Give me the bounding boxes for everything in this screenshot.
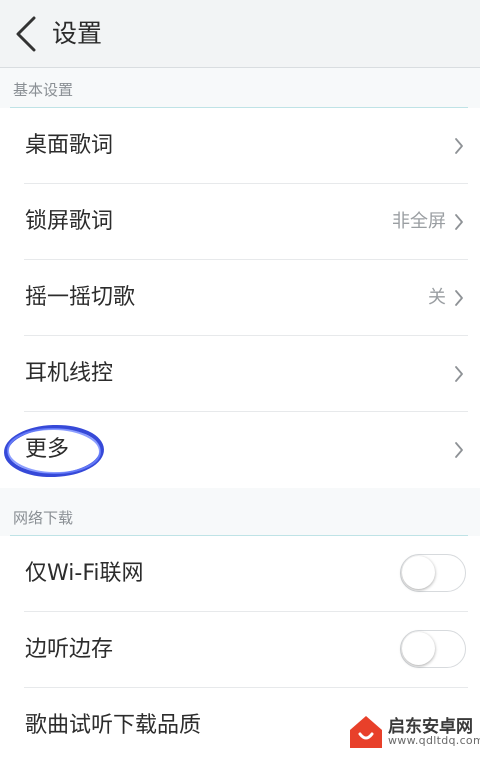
cache-while-playing-toggle[interactable] — [400, 630, 466, 668]
setting-desktop-lyrics[interactable]: 桌面歌词 — [0, 108, 480, 184]
setting-label: 歌曲试听下载品质 — [25, 713, 202, 738]
chevron-right-icon — [455, 442, 463, 458]
setting-value: 关 — [428, 287, 446, 308]
page-title: 设置 — [52, 19, 103, 48]
setting-wifi-only[interactable]: 仅Wi-Fi联网 — [0, 536, 480, 612]
setting-label: 边听边存 — [25, 637, 114, 662]
setting-headset-control[interactable]: 耳机线控 — [0, 336, 480, 412]
setting-lockscreen-lyrics[interactable]: 锁屏歌词 非全屏 — [0, 184, 480, 260]
section-header-network: 网络下载 — [0, 498, 480, 536]
setting-label: 仅Wi-Fi联网 — [25, 561, 144, 586]
chevron-right-icon — [455, 214, 463, 230]
chevron-right-icon — [455, 138, 463, 154]
setting-label: 桌面歌词 — [25, 133, 114, 158]
setting-download-quality[interactable]: 歌曲试听下载品质 — [0, 688, 480, 760]
toggle-knob — [402, 632, 435, 665]
chevron-right-icon — [455, 290, 463, 306]
setting-shake-switch[interactable]: 摇一摇切歌 关 — [0, 260, 480, 336]
setting-label: 更多 — [25, 437, 70, 462]
settings-screen: 设置 基本设置 桌面歌词 锁屏歌词 非全屏 摇一摇切歌 关 耳机线控 更多 网络… — [0, 0, 480, 760]
setting-label: 摇一摇切歌 — [25, 285, 136, 310]
setting-label: 锁屏歌词 — [25, 209, 114, 234]
chevron-right-icon — [455, 366, 463, 382]
chevron-left-icon — [16, 16, 36, 52]
setting-label: 耳机线控 — [25, 361, 114, 386]
setting-more[interactable]: 更多 — [0, 412, 480, 488]
wifi-only-toggle[interactable] — [400, 554, 466, 592]
section-title: 网络下载 — [13, 509, 74, 527]
back-button[interactable] — [6, 12, 46, 56]
section-header-basic: 基本设置 — [0, 70, 480, 108]
setting-cache-while-playing[interactable]: 边听边存 — [0, 612, 480, 688]
setting-value: 非全屏 — [392, 211, 446, 232]
top-bar: 设置 — [0, 0, 480, 68]
section-title: 基本设置 — [13, 81, 74, 99]
toggle-knob — [402, 556, 435, 589]
